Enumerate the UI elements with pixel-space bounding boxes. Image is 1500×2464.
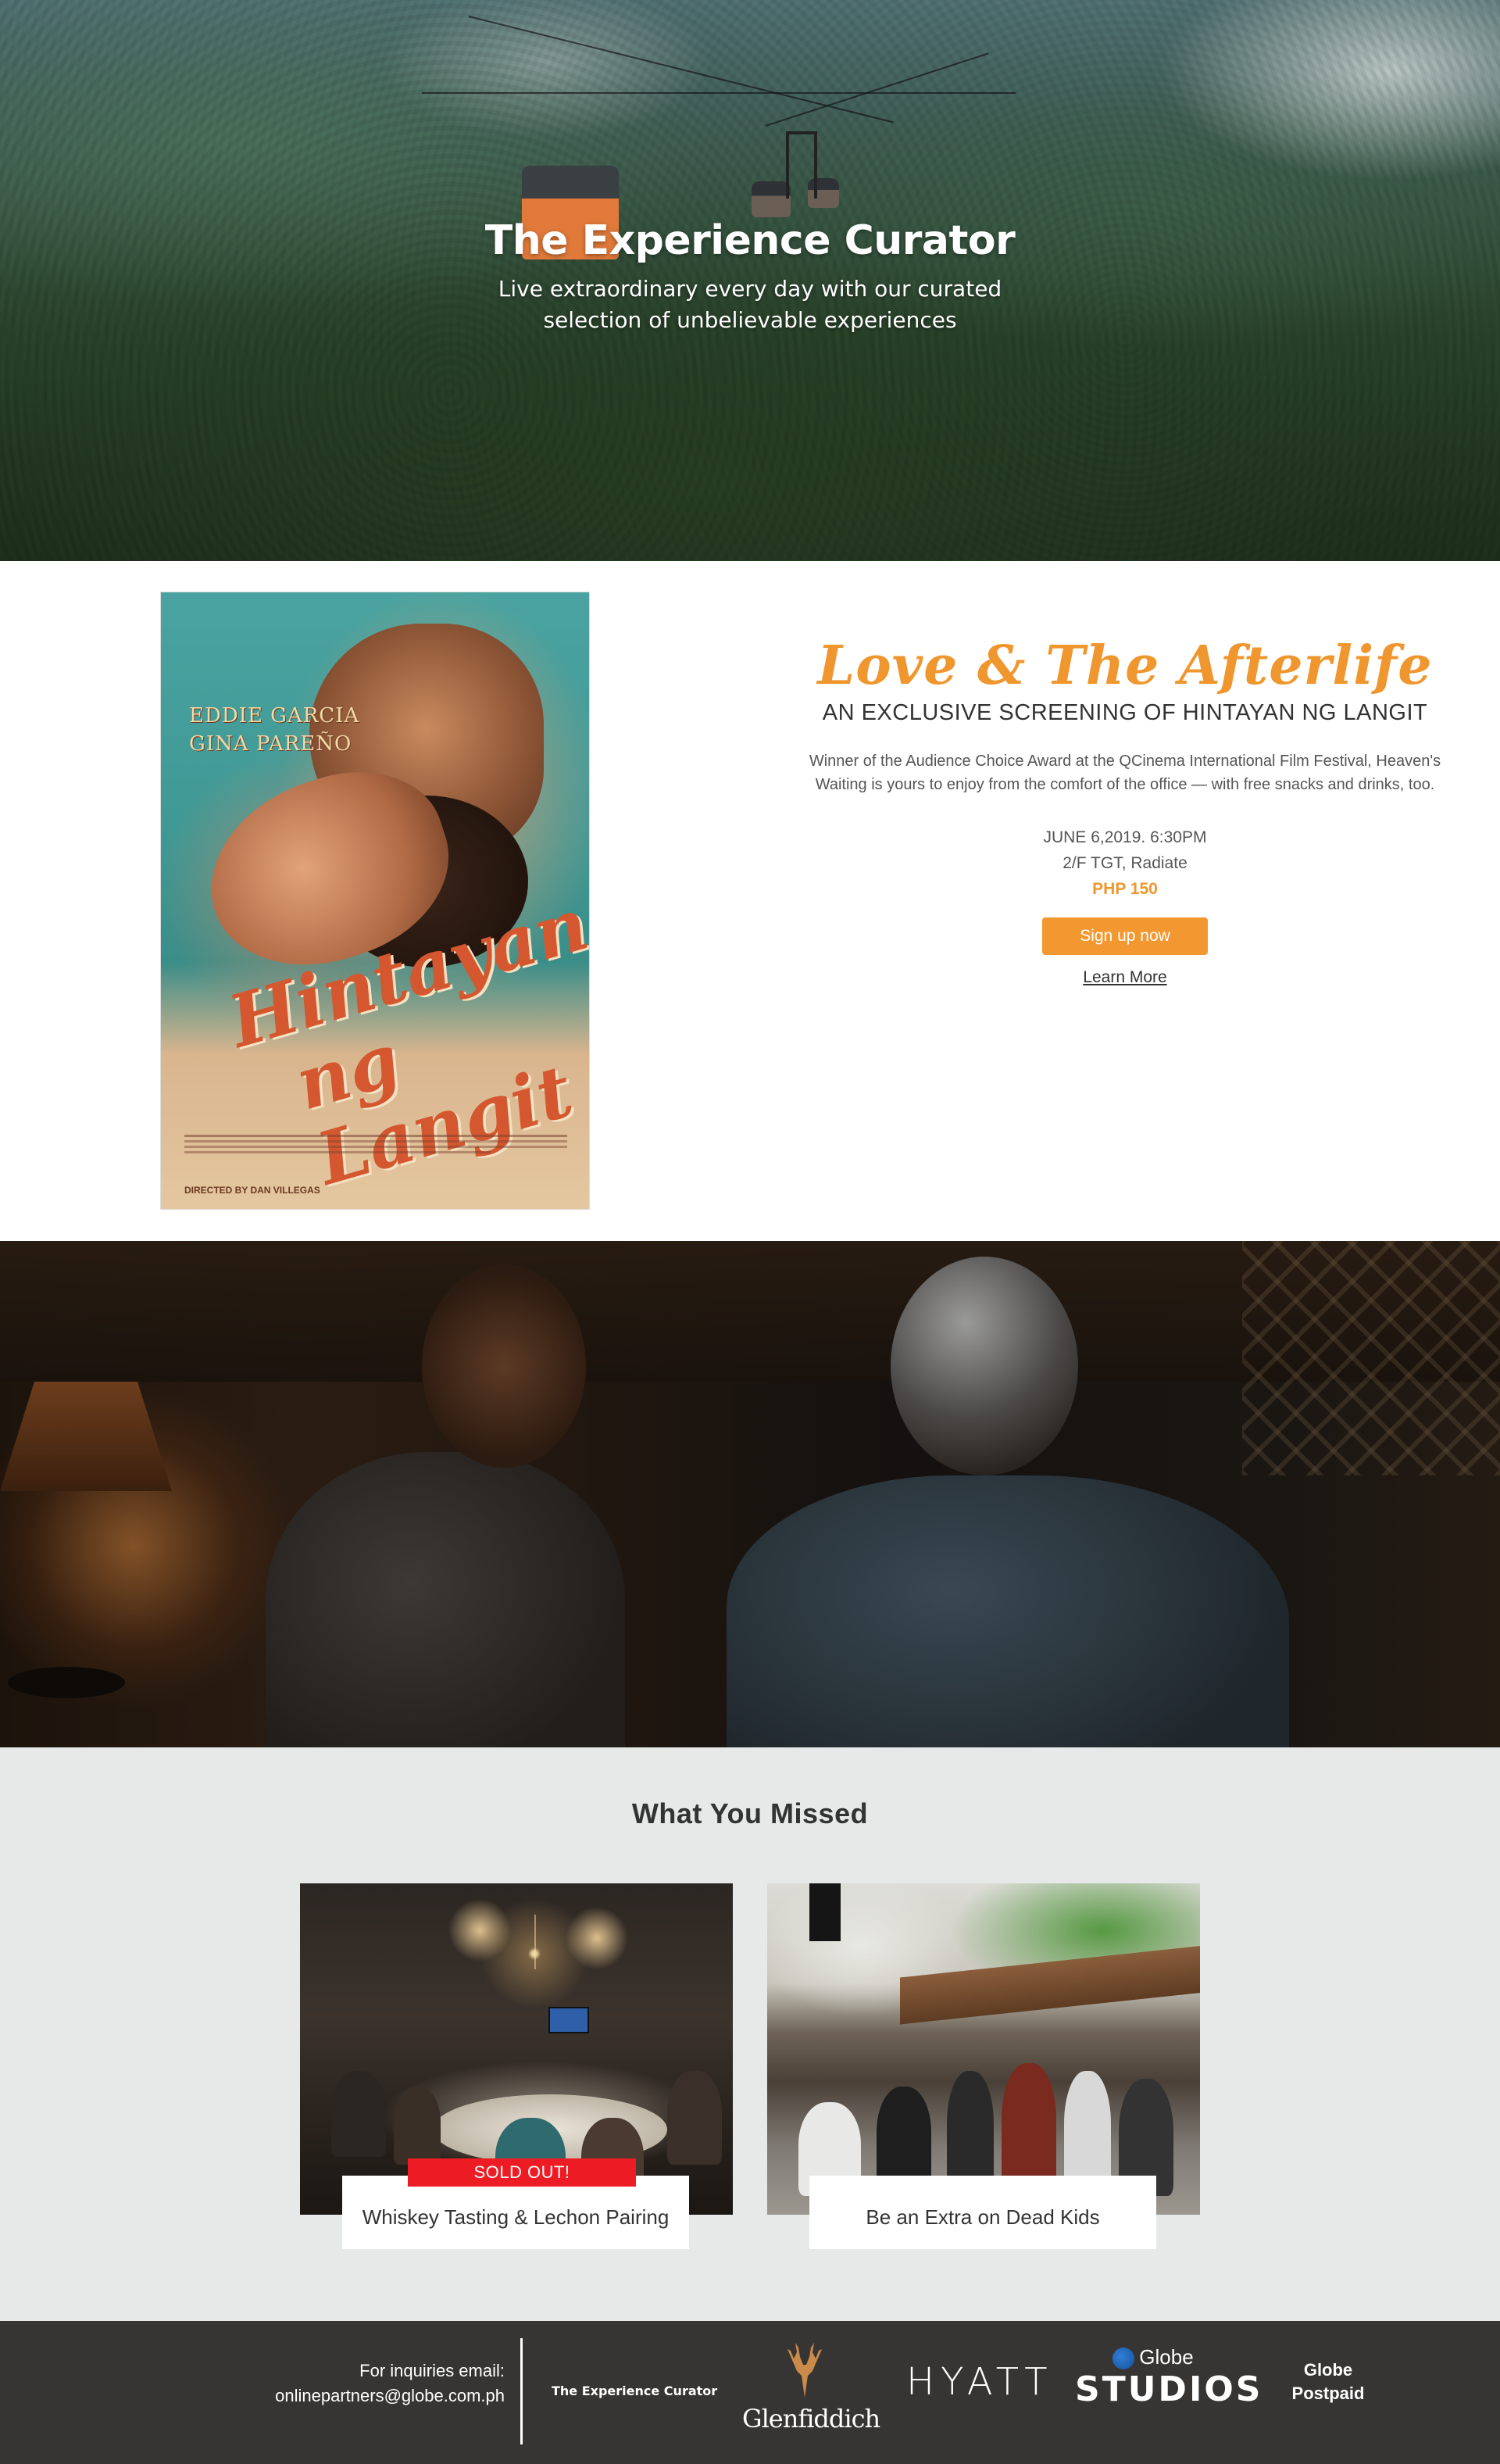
poster-director: DIRECTED BY DAN VILLEGAS [184, 1185, 320, 1196]
poster-cast-name: EDDIE GARCIA [189, 704, 360, 728]
actor-head [891, 1257, 1078, 1475]
poster-cast-name: GINA PAREÑO [189, 732, 352, 756]
learn-more-link[interactable]: Learn More [789, 966, 1461, 989]
guest-figure [667, 2071, 722, 2165]
event-details: Love & The Afterlife AN EXCLUSIVE SCREEN… [789, 633, 1461, 989]
card-caption: Be an Extra on Dead Kids [809, 2176, 1156, 2249]
featured-event: EDDIE GARCIA GINA PAREÑO Hintayan ng Lan… [0, 561, 1500, 1241]
what-you-missed-section: What You Missed SOLD OUT! Whiskey Tastin… [0, 1747, 1500, 2321]
crew-figure [877, 2087, 931, 2188]
chandelier [534, 1915, 536, 1969]
hero-subtitle-line: selection of unbelievable experiences [543, 307, 957, 333]
footer-divider [520, 2338, 523, 2444]
crew-figure [1002, 2063, 1056, 2188]
hero-subtitle-line: Live extraordinary every day with our cu… [498, 276, 1002, 302]
movie-poster: EDDIE GARCIA GINA PAREÑO Hintayan ng Lan… [160, 592, 590, 1210]
speaker-box [809, 1883, 841, 1941]
crew-figure [1064, 2071, 1111, 2188]
globe-icon [1112, 2348, 1135, 2370]
past-event-card[interactable]: SOLD OUT! Whiskey Tasting & Lechon Pairi… [300, 1883, 733, 2249]
inquiry-label: For inquiries email: [359, 2361, 505, 2380]
globe-studios-logo: Globe STUDIOS [1075, 2344, 1263, 2410]
event-description: Winner of the Audience Choice Award at t… [809, 753, 1441, 793]
guest-figure [394, 2087, 441, 2165]
lamp-base [8, 1667, 125, 1698]
actress-head [422, 1264, 586, 1468]
event-title: Love & The Afterlife [817, 635, 1433, 697]
cable-car-gondola [752, 181, 791, 217]
event-date: JUNE 6,2019. 6:30PM [1043, 828, 1207, 846]
pavilion-roof [900, 1945, 1200, 2025]
guest-figure [331, 2071, 386, 2157]
hero-banner: The Experience Curator Live extraordinar… [0, 0, 1500, 561]
card-title: Whiskey Tasting & Lechon Pairing [362, 2205, 670, 2229]
poster-credits-block [184, 1132, 567, 1157]
tv-screen [548, 2007, 589, 2033]
actor-figure [727, 1475, 1289, 1747]
hero-title: The Experience Curator [484, 217, 1016, 264]
cable-line [422, 92, 1016, 94]
glenfiddich-wordmark: Glenfiddich [742, 2404, 880, 2434]
globe-postpaid-line: Postpaid [1291, 2384, 1365, 2403]
event-venue: 2/F TGT, Radiate [1062, 854, 1188, 872]
glenfiddich-logo: Glenfiddich [742, 2337, 880, 2454]
footer: For inquiries email: onlinepartners@glob… [0, 2321, 1500, 2464]
globe-wordmark: Globe [1075, 2344, 1231, 2370]
actress-figure [266, 1452, 625, 1747]
pylon [786, 131, 817, 198]
studios-wordmark: STUDIOS [1075, 2369, 1263, 2410]
hyatt-logo: HYATT [906, 2360, 1054, 2404]
sign-up-button[interactable]: Sign up now [1042, 917, 1208, 955]
dead-kids-set-photo [767, 1883, 1200, 2215]
inquiry-contact: For inquiries email: onlinepartners@glob… [234, 2359, 505, 2409]
card-caption: SOLD OUT! Whiskey Tasting & Lechon Pairi… [342, 2158, 689, 2249]
inquiry-email-link[interactable]: onlinepartners@globe.com.ph [275, 2386, 505, 2405]
poster-cast: EDDIE GARCIA GINA PAREÑO [189, 702, 359, 758]
globe-postpaid-logo: Globe Postpaid [1281, 2359, 1375, 2405]
stag-icon [788, 2343, 822, 2398]
past-event-card[interactable]: Be an Extra on Dead Kids [767, 1883, 1200, 2249]
sold-out-badge: SOLD OUT! [408, 2158, 636, 2187]
hero-subtitle: Live extraordinary every day with our cu… [0, 274, 1500, 336]
card-title: Be an Extra on Dead Kids [866, 2205, 1100, 2229]
globe-label: Globe [1139, 2345, 1194, 2369]
movie-still-image [0, 1241, 1500, 1747]
experience-curator-logo: The Experience Curator [552, 2384, 718, 2398]
event-subtitle: AN EXCLUSIVE SCREENING OF HINTAYAN NG LA… [822, 700, 1428, 725]
globe-postpaid-line: Globe [1303, 2360, 1353, 2380]
crew-figure [947, 2071, 994, 2188]
lattice-window [1242, 1241, 1500, 1475]
section-heading: What You Missed [631, 1797, 869, 1829]
event-price: PHP 150 [1092, 880, 1158, 898]
